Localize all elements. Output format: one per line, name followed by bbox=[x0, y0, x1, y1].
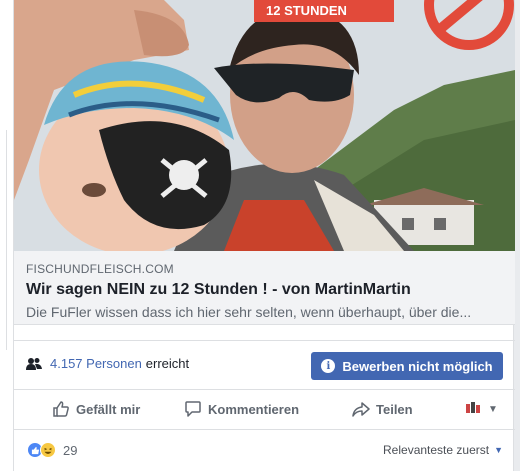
link-preview[interactable]: FISCHUNDFLEISCH.COM Wir sagen NEIN zu 12… bbox=[14, 251, 515, 325]
reach-info: 4.157 Personen erreicht bbox=[26, 355, 189, 373]
post-image[interactable]: 12 STUNDEN bbox=[14, 0, 515, 251]
left-edge bbox=[0, 0, 13, 471]
reach-count-link[interactable]: 4.157 Personen bbox=[50, 355, 142, 373]
sort-label: Relevanteste zuerst bbox=[383, 443, 490, 457]
comment-sort-dropdown[interactable]: Relevanteste zuerst ▼ bbox=[383, 443, 503, 457]
comment-button[interactable]: Kommentieren bbox=[184, 400, 299, 418]
boost-button-label: Bewerben nicht möglich bbox=[342, 358, 493, 374]
link-description: Die FuFler wissen dass ich hier sehr sel… bbox=[26, 304, 472, 320]
like-label: Gefällt mir bbox=[76, 401, 141, 417]
post-card: 12 STUNDEN FISCHUNDFLEISCH.COM Wir sagen… bbox=[13, 0, 515, 471]
boost-post-button[interactable]: i Bewerben nicht möglich bbox=[311, 352, 503, 380]
page-selector-button[interactable]: ▼ bbox=[466, 402, 498, 416]
reactions-row: 29 Relevanteste zuerst ▼ bbox=[14, 430, 515, 471]
page-avatar-icon bbox=[466, 402, 480, 413]
sign-text: 12 STUNDEN bbox=[266, 3, 347, 18]
chevron-down-icon: ▼ bbox=[494, 445, 503, 455]
action-bar: Gefällt mir Kommentieren Teilen ▼ bbox=[14, 390, 515, 430]
link-title[interactable]: Wir sagen NEIN zu 12 Stunden ! - von Mar… bbox=[26, 280, 503, 300]
chevron-down-icon: ▼ bbox=[488, 403, 498, 415]
reaction-count[interactable]: 29 bbox=[63, 443, 77, 458]
photo-illustration: 12 STUNDEN bbox=[14, 0, 515, 251]
reaction-icons[interactable] bbox=[27, 442, 56, 458]
thumbs-up-icon bbox=[53, 401, 69, 417]
reach-row: 4.157 Personen erreicht i Bewerben nicht… bbox=[14, 340, 515, 390]
comment-label: Kommentieren bbox=[208, 401, 300, 417]
reach-suffix: erreicht bbox=[145, 356, 190, 371]
people-icon bbox=[26, 358, 42, 370]
haha-reaction-icon bbox=[40, 442, 56, 458]
share-label: Teilen bbox=[376, 401, 413, 417]
comment-icon bbox=[185, 401, 201, 417]
share-icon bbox=[352, 402, 370, 417]
like-button[interactable]: Gefällt mir bbox=[52, 400, 140, 418]
info-icon: i bbox=[321, 359, 336, 373]
share-button[interactable]: Teilen bbox=[352, 400, 413, 418]
link-domain: FISCHUNDFLEISCH.COM bbox=[26, 262, 174, 276]
